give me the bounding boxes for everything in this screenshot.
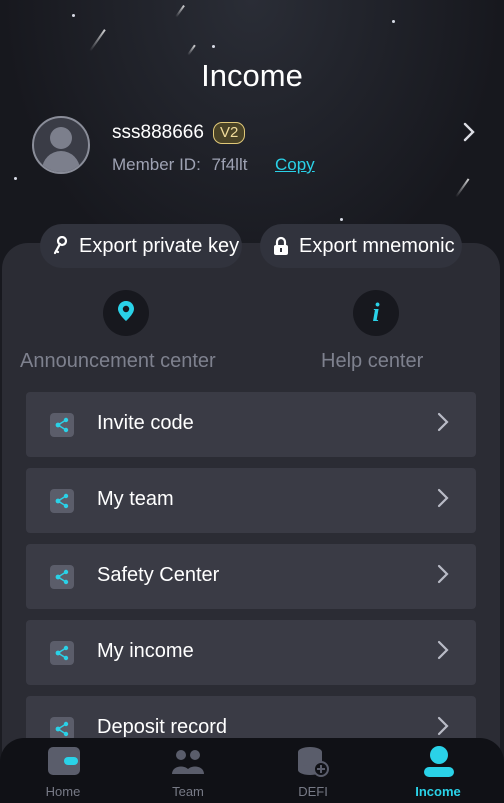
menu-item-label: Deposit record	[97, 716, 228, 738]
chevron-right-icon	[436, 411, 450, 439]
level-badge: V2	[213, 122, 246, 144]
tab-income[interactable]: Income	[388, 740, 488, 800]
avatar[interactable]	[32, 116, 90, 174]
team-icon	[171, 748, 205, 781]
export-mnemonic-button[interactable]: Export mnemonic	[260, 224, 462, 268]
share-icon	[50, 565, 74, 589]
star	[392, 20, 395, 23]
share-icon	[50, 641, 74, 665]
export-mnemonic-label: Export mnemonic	[299, 234, 455, 257]
help-center-label[interactable]: Help center	[321, 350, 423, 373]
tab-home[interactable]: Home	[13, 740, 113, 800]
menu-item-label: My team	[97, 488, 174, 510]
shooting-star	[187, 44, 196, 56]
wallet-icon	[47, 746, 81, 781]
tab-label: Income	[415, 784, 461, 799]
chevron-right-icon	[436, 487, 450, 515]
share-icon	[50, 413, 74, 437]
announcement-button[interactable]	[103, 290, 149, 336]
profile-chevron-right-icon[interactable]	[462, 121, 476, 149]
username: sss888666	[112, 122, 204, 143]
menu-item-safety-center[interactable]: Safety Center	[26, 544, 476, 609]
export-private-key-button[interactable]: Export private key	[40, 224, 242, 268]
star	[340, 218, 343, 221]
info-icon: i	[372, 298, 380, 327]
key-icon	[51, 236, 71, 256]
bottom-tab-bar: Home Team DEFI Income	[0, 738, 504, 803]
avatar-head	[50, 127, 72, 149]
menu-item-my-income[interactable]: My income	[26, 620, 476, 685]
tab-defi[interactable]: DEFI	[263, 740, 363, 800]
lock-icon	[271, 236, 291, 256]
menu-item-my-team[interactable]: My team	[26, 468, 476, 533]
shooting-star	[455, 178, 470, 198]
member-id: Member ID: 7f4llt	[112, 155, 247, 175]
member-id-label: Member ID:	[112, 155, 201, 174]
tab-label: Team	[172, 784, 204, 799]
share-icon	[50, 489, 74, 513]
help-button[interactable]: i	[353, 290, 399, 336]
avatar-body	[42, 151, 80, 172]
menu-item-label: My income	[97, 640, 194, 662]
star	[212, 45, 215, 48]
page-title: Income	[201, 58, 303, 93]
chevron-right-icon	[436, 639, 450, 667]
shooting-star	[89, 29, 106, 52]
announcement-center-label[interactable]: Announcement center	[20, 350, 216, 373]
menu-item-invite-code[interactable]: Invite code	[26, 392, 476, 457]
menu-item-label: Safety Center	[97, 564, 220, 586]
star	[72, 14, 75, 17]
tab-team[interactable]: Team	[138, 740, 238, 800]
copy-link[interactable]: Copy	[275, 155, 315, 175]
star	[14, 177, 17, 180]
member-id-value: 7f4llt	[211, 155, 248, 174]
location-pin-icon	[117, 300, 135, 327]
menu-item-label: Invite code	[97, 412, 194, 434]
export-private-key-label: Export private key	[79, 234, 240, 257]
tab-label: Home	[45, 784, 81, 799]
chevron-right-icon	[436, 563, 450, 591]
coins-icon	[296, 746, 330, 783]
shooting-star	[175, 4, 185, 18]
tab-label: DEFI	[298, 784, 328, 799]
user-icon	[422, 744, 456, 783]
